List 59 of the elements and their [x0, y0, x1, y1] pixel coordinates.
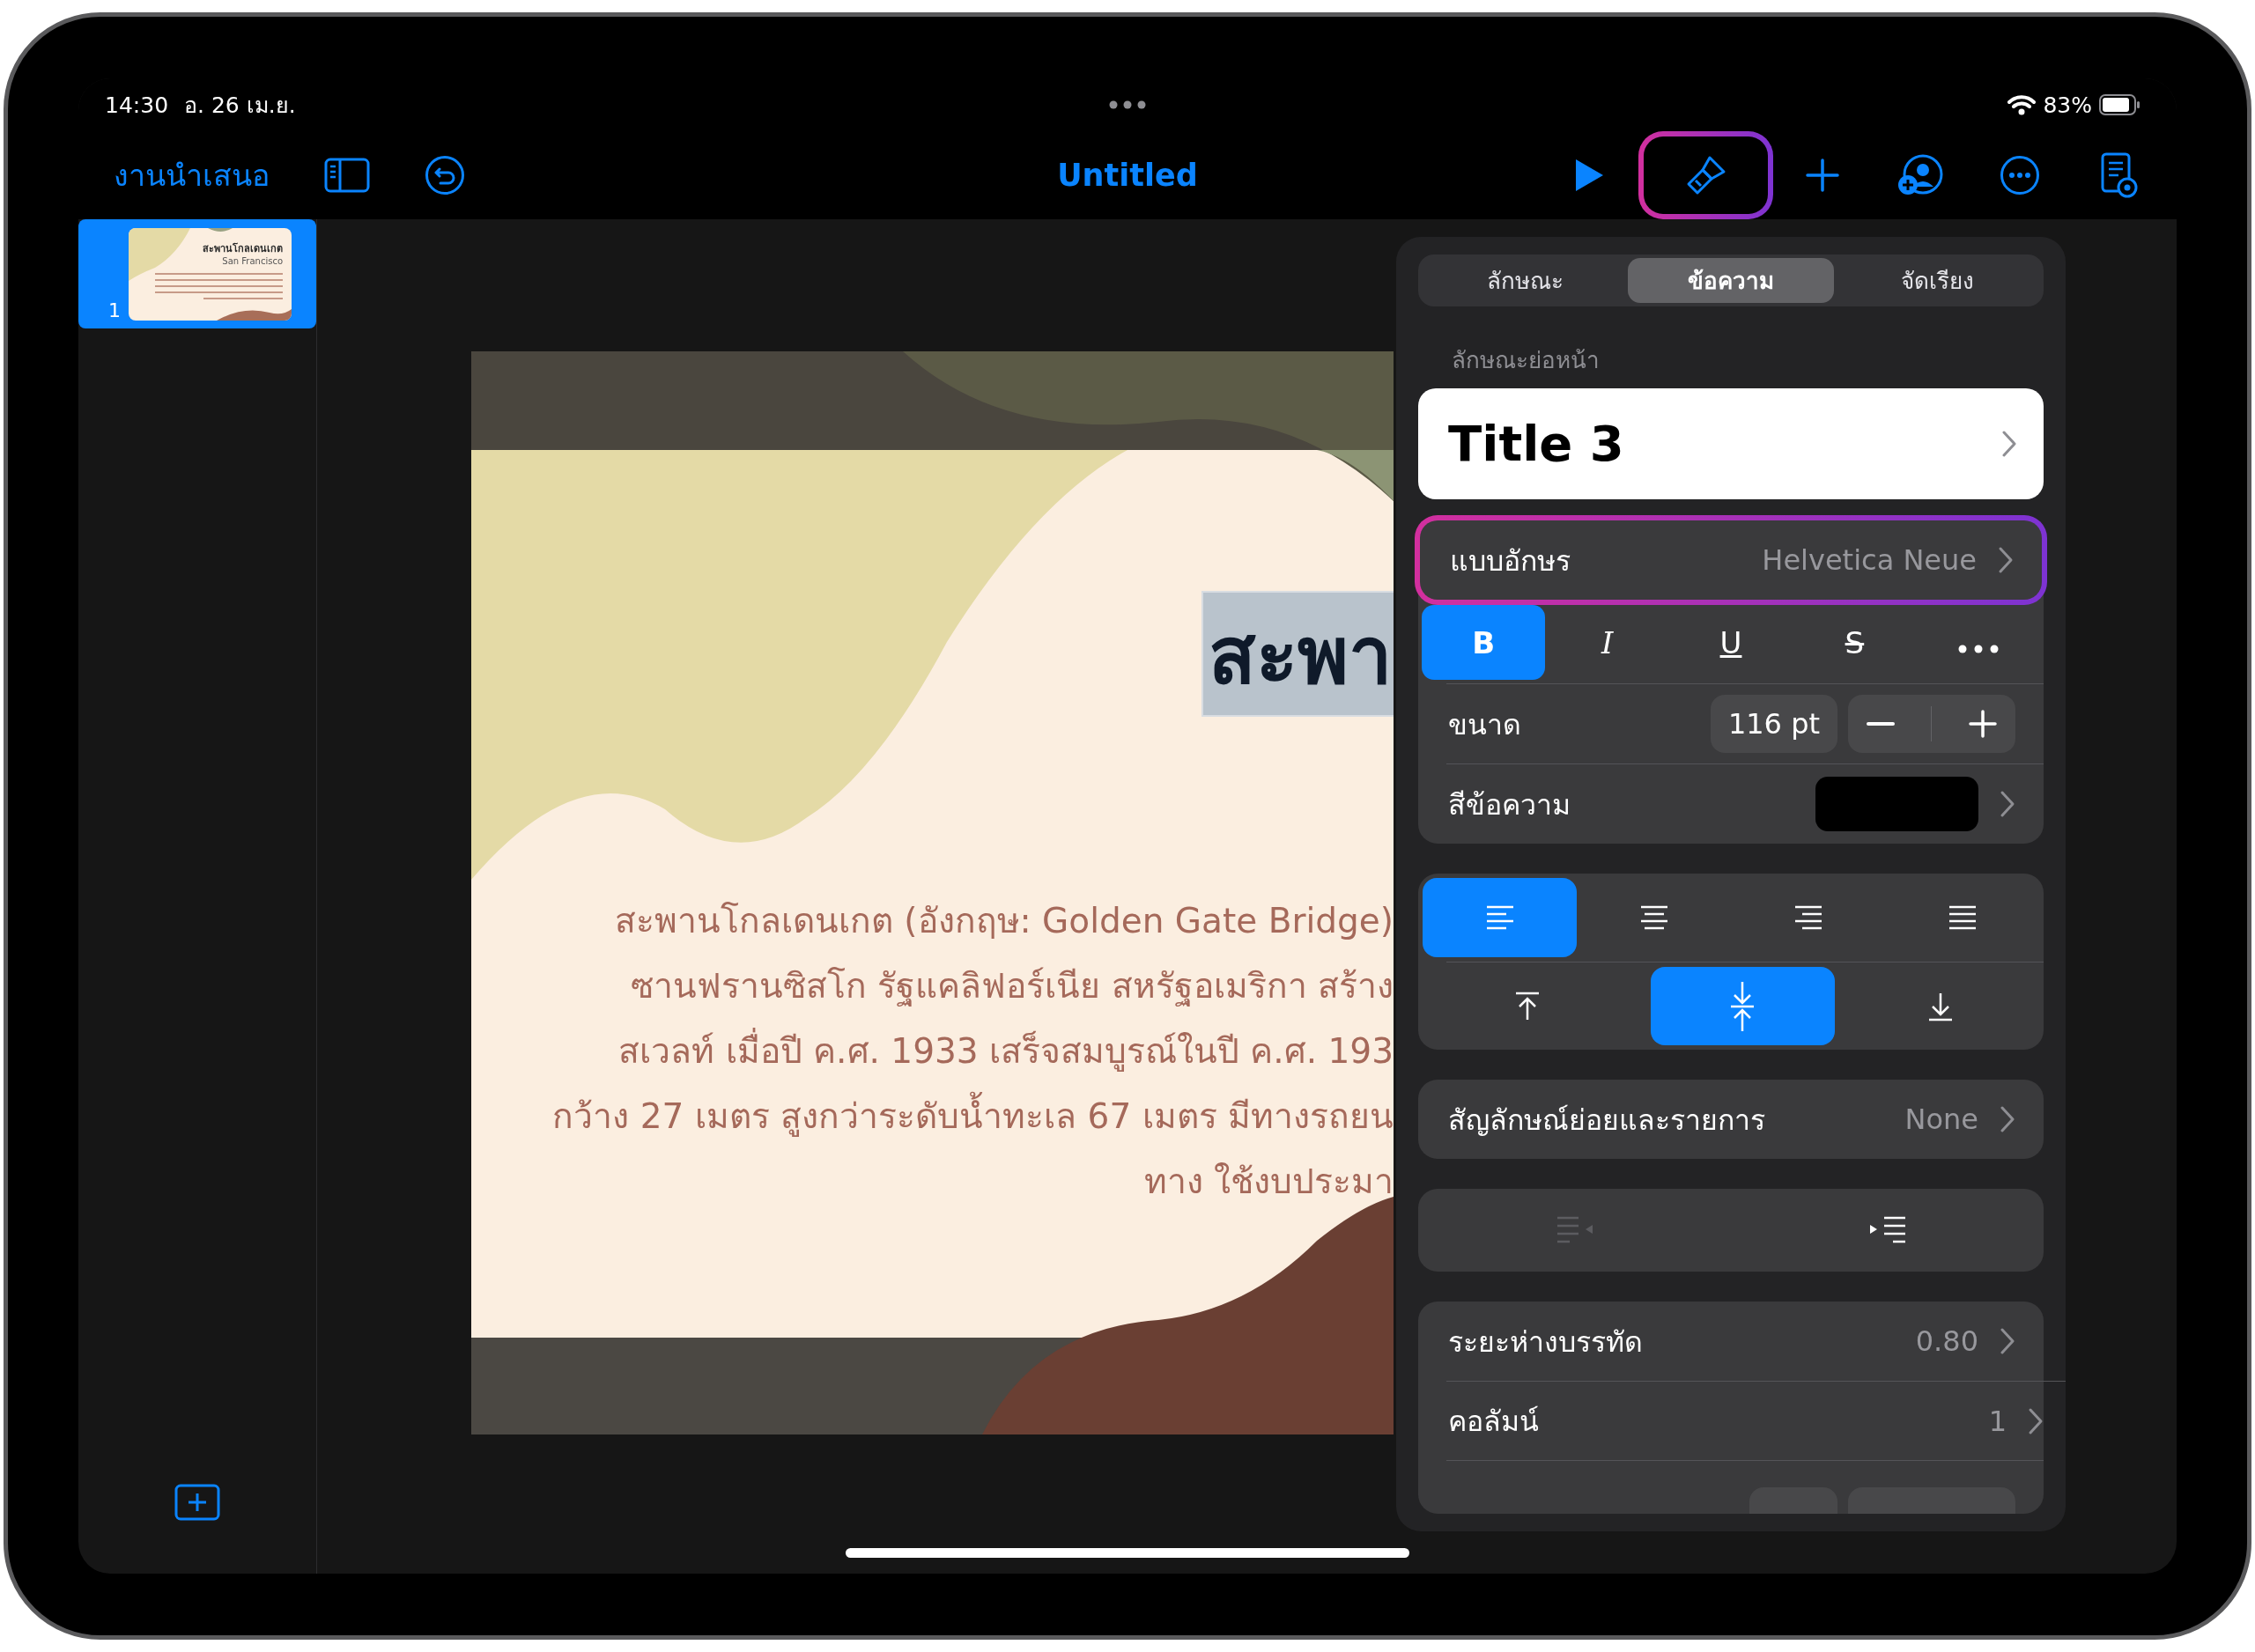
text-color-label: สีข้อความ [1448, 786, 1571, 823]
chevron-icon [2000, 790, 2015, 819]
arrows-to-line-icon [1729, 979, 1756, 1033]
format-tab[interactable]: จัดเรียง [1834, 258, 2040, 303]
size-stepper[interactable] [1848, 695, 2015, 754]
chevron-icon [1998, 546, 2014, 575]
sidebar-icon[interactable] [324, 158, 370, 193]
slide-body-text: กว้าง 27 เมตร สูงกว่าระดับน้ำทะเล 67 เมตร มีทางรถยน [552, 1084, 1394, 1149]
font-row[interactable]: แบบอักษร Helvetica Neue [1420, 520, 2042, 601]
slide-title[interactable]: สะพา [1201, 591, 1394, 717]
italic-button[interactable]: I [1545, 605, 1669, 681]
align-left-button[interactable] [1423, 878, 1577, 958]
status-date: อ. 26 เม.ย. [184, 92, 296, 120]
size-label: ขนาด [1448, 706, 1521, 743]
arrow-up-icon [1514, 991, 1542, 1021]
chevron-icon [2000, 1327, 2015, 1355]
text-color-swatch[interactable] [1815, 777, 1978, 832]
battery-percent: 83% [2043, 92, 2092, 118]
wifi-icon [2007, 94, 2037, 115]
document-eye-icon [2099, 152, 2138, 198]
spacing-row[interactable]: ระยะห่างบรรทัด 0.80 [1418, 1302, 2044, 1381]
chevron-icon [2001, 429, 2017, 458]
bold-button[interactable]: B [1422, 605, 1546, 681]
plus-icon [1805, 158, 1840, 193]
slide-body-text: ทาง ใช้งบประมา [1143, 1161, 1394, 1203]
arrow-down-icon [1926, 991, 1954, 1021]
paragraph-style-button[interactable]: Title 3 [1418, 387, 2044, 500]
minus-icon[interactable] [1866, 721, 1895, 727]
slide-body-text: ซานฟรานซิสโก รัฐแคลิฟอร์เนีย สหรัฐอเมริกา สร้าง [630, 965, 1394, 1008]
more-icon [2000, 155, 2040, 195]
size-field[interactable]: 116 pt [1710, 695, 1837, 754]
document-title[interactable]: Untitled [1057, 158, 1198, 193]
underline-button[interactable]: U [1668, 605, 1793, 681]
slide-body-text: สะพานโกลเดนเกต (อังกฤษ: Golden Gate Bridge) [614, 900, 1394, 942]
battery-icon [2099, 94, 2141, 115]
format-tab[interactable]: ข้อความ [1628, 258, 1834, 303]
section-label: ลักษณะย่อหน้า [1451, 345, 1601, 375]
chevron-icon [2028, 1406, 2044, 1435]
valign-middle-button[interactable] [1651, 967, 1835, 1046]
multitask-dots-icon[interactable] [1109, 100, 1146, 109]
more-dots-icon [1957, 644, 1999, 653]
person-add-icon [1897, 153, 1945, 197]
partial-field[interactable] [1749, 1487, 1837, 1514]
bullets-row[interactable]: สัญลักษณ์ย่อยและรายการ None [1418, 1080, 2044, 1160]
plus-icon[interactable] [1969, 710, 1998, 739]
undo-icon[interactable] [425, 155, 465, 195]
spacing-row[interactable]: คอลัมน์ 1 [1446, 1381, 2066, 1460]
slide-body-text: สเวลท์ เมื่อปี ค.ศ. 1933 เสร็จสมบูรณ์ในปี ค.ศ. 193 [618, 1019, 1394, 1084]
status-time: 14:30 [105, 92, 169, 118]
presentations-link[interactable]: งานนำเสนอ [114, 151, 270, 199]
format-tab[interactable]: ลักษณะ [1422, 258, 1628, 303]
play-icon [1573, 158, 1605, 193]
slide-thumbnail[interactable]: 1 สะพานโกลเดนเกต San Francisco [78, 219, 316, 328]
strike-button[interactable]: S [1793, 605, 1917, 681]
add-slide-icon[interactable] [174, 1484, 220, 1521]
thumbnail-title: สะพานโกลเดนเกต [203, 241, 283, 256]
slide-number: 1 [108, 299, 121, 321]
chevron-icon [2000, 1105, 2015, 1134]
thumbnail-subtitle: San Francisco [222, 255, 283, 266]
